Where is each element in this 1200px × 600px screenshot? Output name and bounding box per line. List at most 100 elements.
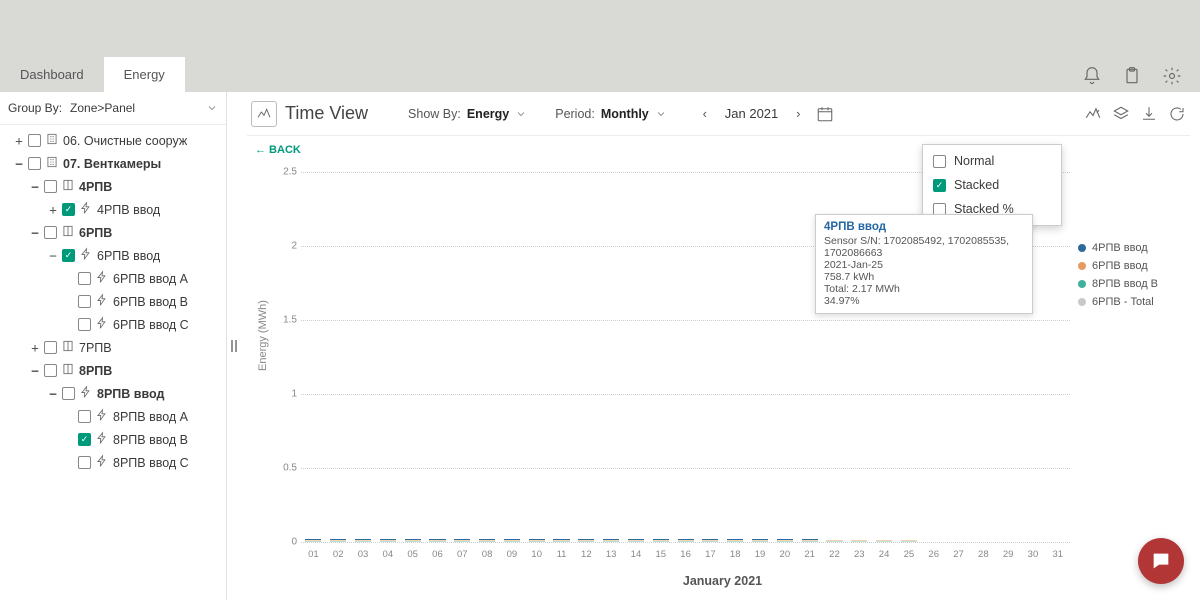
tree-checkbox[interactable]: [78, 456, 91, 469]
dropdown-item[interactable]: Normal: [923, 149, 1061, 173]
bar-column[interactable]: 18: [723, 539, 748, 542]
tree-item-label: 8РПВ ввод C: [113, 456, 189, 470]
dropdown-checkbox[interactable]: [933, 179, 946, 192]
dropdown-checkbox[interactable]: [933, 155, 946, 168]
tree-item[interactable]: 8РПВ ввод C: [0, 451, 226, 474]
tree-item[interactable]: − 07. Венткамеры: [0, 152, 226, 175]
tree-checkbox[interactable]: [78, 433, 91, 446]
gear-icon[interactable]: [1162, 66, 1182, 86]
y-tick: 0: [271, 537, 297, 548]
bar-column[interactable]: 19: [748, 539, 773, 542]
tree-item[interactable]: − 6РПВ ввод: [0, 244, 226, 267]
refresh-icon[interactable]: [1168, 105, 1186, 123]
tree-checkbox[interactable]: [78, 295, 91, 308]
chevron-down-icon[interactable]: [206, 102, 218, 114]
bar-column[interactable]: 08: [475, 539, 500, 542]
period-prev[interactable]: ‹: [697, 106, 713, 121]
legend-item[interactable]: 4РПВ ввод: [1078, 242, 1190, 254]
bar-column[interactable]: 03: [351, 539, 376, 542]
bar-column[interactable]: 20: [772, 539, 797, 542]
sidebar-collapse-handle[interactable]: [227, 336, 241, 356]
bar-column[interactable]: 12: [574, 539, 599, 542]
tree-toggle[interactable]: −: [30, 179, 40, 194]
tree-toggle[interactable]: −: [48, 386, 58, 401]
group-by-select[interactable]: Zone>Panel: [68, 98, 200, 118]
download-icon[interactable]: [1140, 105, 1158, 123]
tree-item[interactable]: − 8РПВ ввод: [0, 382, 226, 405]
tab-energy[interactable]: Energy: [104, 57, 185, 92]
tree-item[interactable]: + 4РПВ ввод: [0, 198, 226, 221]
bar-column[interactable]: 10: [524, 539, 549, 542]
tree-toggle[interactable]: −: [30, 363, 40, 378]
bar-column[interactable]: 23: [847, 540, 872, 542]
period-select[interactable]: Period: Monthly: [555, 107, 667, 121]
tree-checkbox[interactable]: [44, 364, 57, 377]
bar-column[interactable]: 16: [673, 539, 698, 542]
bar-column[interactable]: 17: [698, 539, 723, 542]
bar-column[interactable]: 02: [326, 539, 351, 542]
tree-item[interactable]: 6РПВ ввод B: [0, 290, 226, 313]
tree-item[interactable]: 8РПВ ввод A: [0, 405, 226, 428]
tree-item[interactable]: 6РПВ ввод A: [0, 267, 226, 290]
tree-checkbox[interactable]: [78, 410, 91, 423]
bar-column[interactable]: 05: [400, 539, 425, 542]
legend-dot: [1078, 262, 1086, 270]
tooltip-line: 2021-Jan-25: [824, 259, 1024, 271]
legend-item[interactable]: 8РПВ ввод B: [1078, 278, 1190, 290]
tree-toggle[interactable]: +: [48, 202, 58, 217]
tree-item[interactable]: 6РПВ ввод C: [0, 313, 226, 336]
dropdown-item[interactable]: Stacked: [923, 173, 1061, 197]
layers-icon[interactable]: [1112, 105, 1130, 123]
tree-toggle[interactable]: −: [14, 156, 24, 171]
tree-item[interactable]: + 7РПВ: [0, 336, 226, 359]
tree-item[interactable]: − 6РПВ: [0, 221, 226, 244]
tree-toggle[interactable]: +: [30, 340, 40, 355]
bar-column[interactable]: 21: [797, 539, 822, 542]
bar-column[interactable]: 14: [624, 539, 649, 542]
legend-item[interactable]: 6РПВ ввод: [1078, 260, 1190, 272]
tree-checkbox[interactable]: [44, 226, 57, 239]
tree-item[interactable]: − 4РПВ: [0, 175, 226, 198]
tree-toggle[interactable]: −: [48, 248, 58, 263]
tree-toggle[interactable]: −: [30, 225, 40, 240]
tooltip-line: 34.97%: [824, 295, 1024, 307]
bar-column[interactable]: 01: [301, 539, 326, 542]
bolt-icon: [95, 293, 109, 310]
x-tick: 26: [928, 549, 939, 560]
tree-item[interactable]: 8РПВ ввод B: [0, 428, 226, 451]
bar-column[interactable]: 13: [599, 539, 624, 542]
chat-button[interactable]: [1138, 538, 1184, 584]
bar-column[interactable]: 07: [450, 539, 475, 542]
tree-checkbox[interactable]: [28, 134, 41, 147]
tree-checkbox[interactable]: [62, 387, 75, 400]
show-by-select[interactable]: Show By: Energy: [408, 107, 527, 121]
bar-segment: [355, 541, 371, 542]
tree-checkbox[interactable]: [78, 318, 91, 331]
tree-item[interactable]: + 06. Очистные сооруж: [0, 129, 226, 152]
tree-checkbox[interactable]: [62, 203, 75, 216]
bar-segment: [777, 541, 793, 542]
tab-dashboard[interactable]: Dashboard: [0, 57, 104, 92]
tree-checkbox[interactable]: [44, 180, 57, 193]
tree-item[interactable]: − 8РПВ: [0, 359, 226, 382]
bell-icon[interactable]: [1082, 66, 1102, 86]
bar-column[interactable]: 09: [500, 539, 525, 542]
tree-checkbox[interactable]: [28, 157, 41, 170]
bar-column[interactable]: 11: [549, 539, 574, 542]
bar-segment: [752, 541, 768, 542]
legend-item[interactable]: 6РПВ - Total: [1078, 296, 1190, 308]
bar-column[interactable]: 06: [425, 539, 450, 542]
bar-column[interactable]: 04: [375, 539, 400, 542]
bar-column[interactable]: 22: [822, 540, 847, 542]
tree-checkbox[interactable]: [78, 272, 91, 285]
chart-type-icon[interactable]: [1084, 105, 1102, 123]
calendar-icon[interactable]: [816, 105, 834, 123]
tree-toggle[interactable]: +: [14, 133, 24, 148]
tree-checkbox[interactable]: [44, 341, 57, 354]
clipboard-icon[interactable]: [1122, 66, 1142, 86]
tree-checkbox[interactable]: [62, 249, 75, 262]
bar-column[interactable]: 25: [897, 540, 922, 542]
bar-column[interactable]: 15: [648, 539, 673, 542]
period-next[interactable]: ›: [790, 106, 806, 121]
bar-column[interactable]: 24: [872, 540, 897, 542]
